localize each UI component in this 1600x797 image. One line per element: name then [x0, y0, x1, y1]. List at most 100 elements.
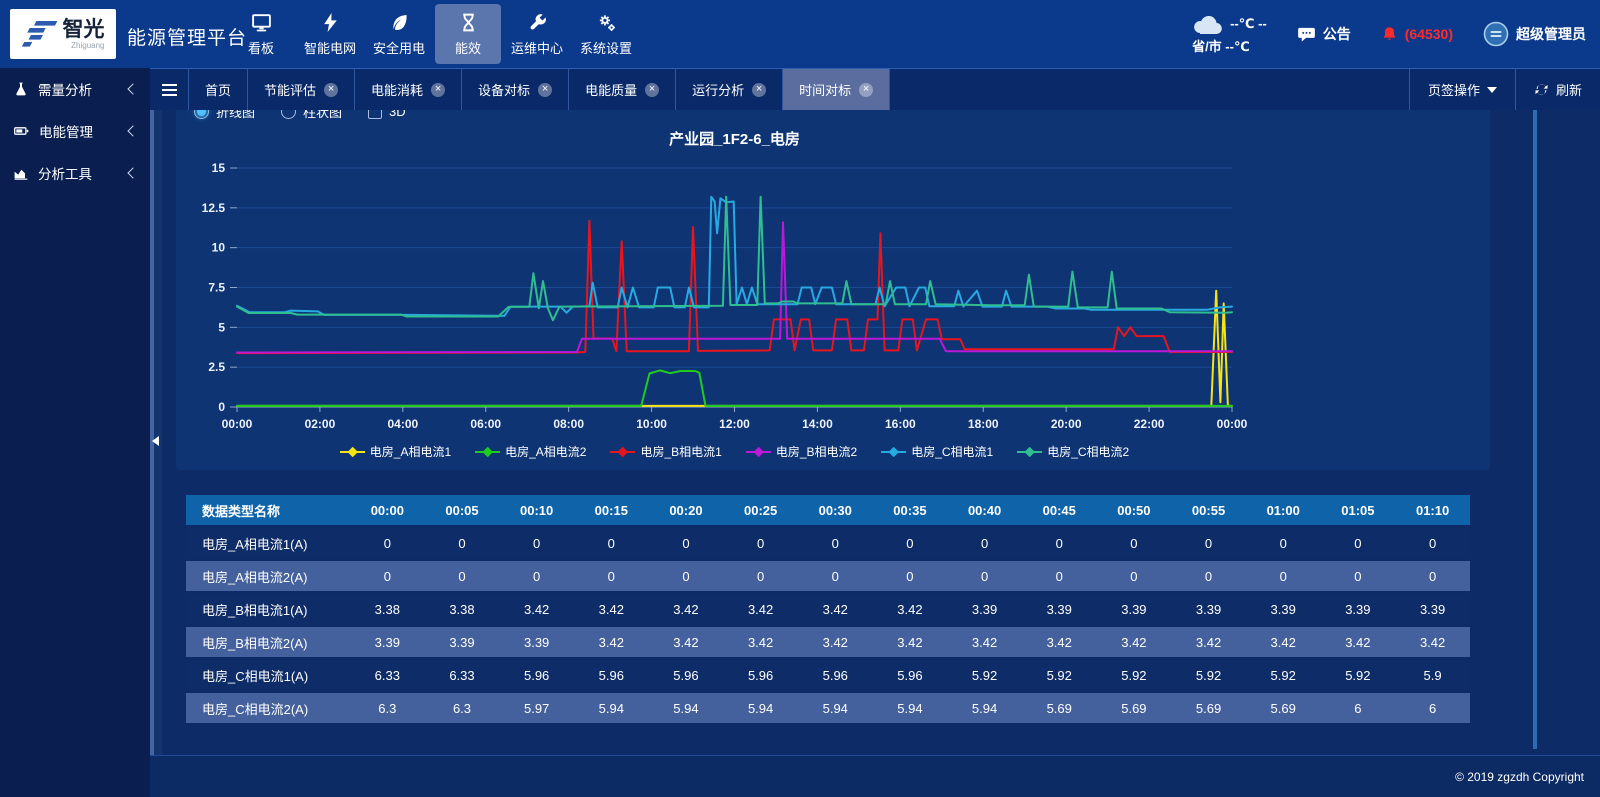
legend-marker-icon	[475, 447, 500, 457]
table-cell: 6	[1321, 693, 1396, 723]
close-icon[interactable]	[752, 83, 766, 97]
table-header-cell: 数据类型名称	[186, 495, 350, 525]
svg-text:00:00: 00:00	[222, 417, 253, 431]
tab-energy-eval[interactable]: 节能评估	[248, 69, 355, 110]
tab-device-benchmark[interactable]: 设备对标	[462, 69, 569, 110]
sidebar-item-label: 分析工具	[38, 163, 92, 183]
checkbox-threed[interactable]	[368, 110, 382, 119]
table-cell: 3.39	[1022, 594, 1097, 624]
nav-item-kanban[interactable]: 看板	[228, 4, 294, 64]
line-chart: 02.557.51012.51500:0002:0004:0006:0008:0…	[176, 152, 1490, 442]
svg-text:5: 5	[218, 320, 225, 334]
table-cell: 0	[1321, 528, 1396, 558]
table-cell: 0	[1171, 528, 1246, 558]
legend-item[interactable]: 电房_A相电流1	[340, 443, 451, 460]
tab-operations-label: 页签操作	[1428, 80, 1480, 99]
table-cell: 0	[873, 561, 948, 591]
table-cell: 0	[1395, 561, 1470, 591]
svg-text:00:00: 00:00	[1217, 417, 1248, 431]
svg-text:08:00: 08:00	[553, 417, 584, 431]
sidebar-item-demand-analysis[interactable]: 需量分析	[0, 68, 150, 110]
caret-down-icon	[1487, 87, 1497, 93]
legend-item[interactable]: 电房_B相电流2	[746, 443, 857, 460]
tab-operations-button[interactable]: 页签操作	[1409, 69, 1515, 110]
table-cell: 5.92	[1246, 660, 1321, 690]
legend-item[interactable]: 电房_B相电流1	[610, 443, 721, 460]
tabbar: 首页节能评估电能消耗 设备对标 电能质量运行分析时间对标 页签操作 刷新	[150, 68, 1600, 110]
table-cell: 5.96	[649, 660, 724, 690]
close-icon[interactable]	[324, 83, 338, 97]
nav-item-safe-power[interactable]: 安全用电	[366, 4, 432, 64]
announcement-button[interactable]: 公告	[1297, 24, 1351, 44]
table-cell: 5.92	[1171, 660, 1246, 690]
legend-label: 电房_C相电流2	[1047, 443, 1129, 460]
tab-label: 设备对标	[478, 80, 530, 99]
tab-power-quality[interactable]: 电能质量	[569, 69, 676, 110]
sidebar: 需量分析电能管理分析工具	[0, 68, 150, 797]
tab-operation-analysis[interactable]: 运行分析	[676, 69, 783, 110]
table-header-cell: 00:40	[947, 495, 1022, 525]
alarm-button[interactable]: (64530)	[1381, 25, 1453, 43]
table-cell: 5.94	[947, 693, 1022, 723]
table-header-cell: 01:05	[1321, 495, 1396, 525]
nav-item-energy-efficiency[interactable]: 能效	[435, 4, 501, 64]
table-header-row: 数据类型名称00:0000:0500:1000:1500:2000:2500:3…	[186, 495, 1470, 525]
table-cell: 5.96	[873, 660, 948, 690]
table-cell: 5.94	[723, 693, 798, 723]
legend-marker-icon	[746, 447, 771, 457]
menu-toggle-button[interactable]	[150, 69, 189, 110]
nav-item-system-settings[interactable]: 系统设置	[573, 4, 639, 64]
main-content: 折线图柱状图3D 产业园_1F2-6_电房 02.557.51012.51500…	[150, 110, 1600, 755]
table-cell: 3.42	[1246, 627, 1321, 657]
legend-item[interactable]: 电房_C相电流1	[881, 443, 993, 460]
content-vscrollbar[interactable]	[1533, 110, 1537, 749]
table-header-cell: 01:10	[1395, 495, 1470, 525]
svg-text:12.5: 12.5	[202, 201, 226, 215]
table-cell: 0	[425, 528, 500, 558]
chart-panel: 折线图柱状图3D 产业园_1F2-6_电房 02.557.51012.51500…	[176, 110, 1490, 470]
close-icon[interactable]	[859, 83, 873, 97]
sidebar-item-energy-management[interactable]: 电能管理	[0, 110, 150, 152]
nav-item-ops-center[interactable]: 运维中心	[504, 4, 570, 64]
table-cell: 5.69	[1097, 693, 1172, 723]
table-cell: 3.38	[425, 594, 500, 624]
legend-item[interactable]: 电房_C相电流2	[1017, 443, 1129, 460]
table-cell: 6	[1395, 693, 1470, 723]
close-icon[interactable]	[431, 83, 445, 97]
table-cell: 5.96	[798, 660, 873, 690]
refresh-button[interactable]: 刷新	[1515, 69, 1600, 110]
nav-item-smart-grid[interactable]: 智能电网	[297, 4, 363, 64]
table-cell: 5.96	[574, 660, 649, 690]
bell-icon	[1381, 25, 1398, 43]
row-name-cell: 电房_B相电流2(A)	[186, 627, 350, 657]
table-cell: 3.39	[499, 627, 574, 657]
radio-line-chart[interactable]	[194, 110, 209, 119]
tab-time-benchmark[interactable]: 时间对标	[783, 69, 890, 110]
close-icon[interactable]	[645, 83, 659, 97]
tab-label: 电能消耗	[371, 80, 423, 99]
table-cell: 5.92	[1097, 660, 1172, 690]
table-header-cell: 00:05	[425, 495, 500, 525]
hourglass-icon	[458, 12, 479, 33]
sidebar-collapse-handle[interactable]	[152, 430, 162, 452]
control-bar-chart[interactable]: 柱状图	[281, 110, 342, 121]
control-line-chart[interactable]: 折线图	[194, 110, 255, 121]
tab-energy-consumption[interactable]: 电能消耗	[355, 69, 462, 110]
row-name-cell: 电房_A相电流2(A)	[186, 561, 350, 591]
user-menu[interactable]: 超级管理员	[1483, 21, 1586, 47]
legend-item[interactable]: 电房_A相电流2	[475, 443, 586, 460]
table-cell: 0	[425, 561, 500, 591]
control-threed[interactable]: 3D	[368, 110, 406, 119]
copyright: © 2019 zgzdh Copyright	[1455, 770, 1584, 784]
radio-bar-chart[interactable]	[281, 110, 296, 119]
svg-text:15: 15	[212, 161, 226, 175]
close-icon[interactable]	[538, 83, 552, 97]
sidebar-item-analysis-tools[interactable]: 分析工具	[0, 152, 150, 194]
table-cell: 3.42	[649, 627, 724, 657]
table-cell: 0	[1171, 561, 1246, 591]
tab-home[interactable]: 首页	[189, 69, 248, 110]
logo[interactable]: 智光 Zhiguang	[10, 9, 116, 59]
chart-title: 产业园_1F2-6_电房	[237, 128, 1232, 149]
table-cell: 3.42	[1395, 627, 1470, 657]
weather-widget: --℃ -- 省/市 --℃	[1192, 13, 1267, 55]
